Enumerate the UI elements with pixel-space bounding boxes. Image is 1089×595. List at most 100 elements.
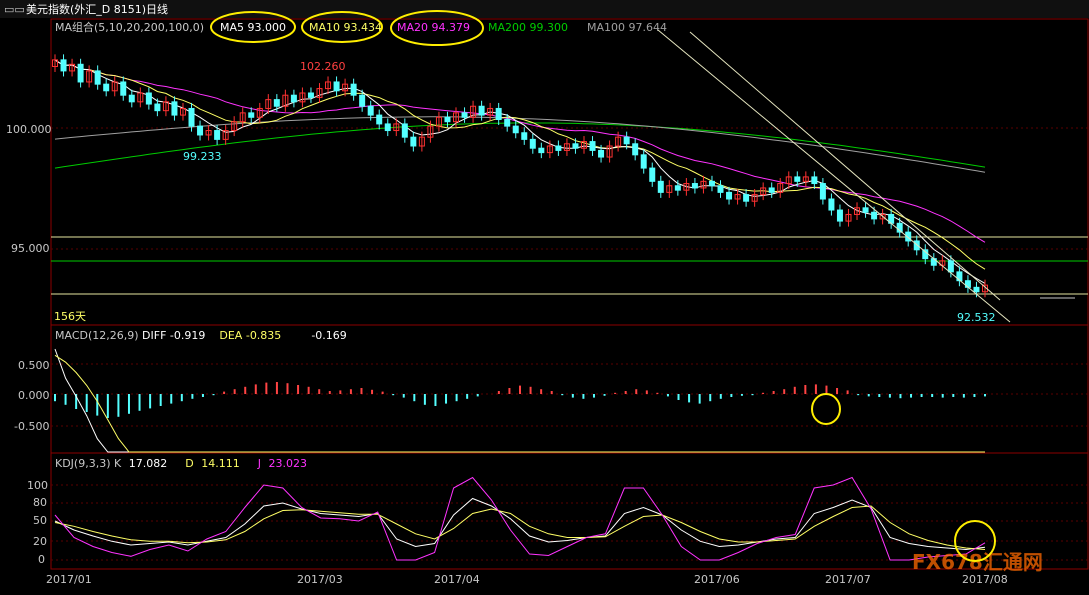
candle xyxy=(744,195,749,202)
price-tick-label: 100.000 xyxy=(6,123,52,136)
x-tick-label: 2017/01 xyxy=(46,573,92,586)
candle xyxy=(692,184,697,188)
annotation-circle xyxy=(812,394,840,424)
macd-panel-frame xyxy=(51,325,1088,453)
candle xyxy=(556,146,561,150)
ma10-line xyxy=(55,60,985,269)
window-icon[interactable]: ▭▭ xyxy=(4,3,25,16)
candle xyxy=(590,142,595,151)
kdj-tick-label: 0 xyxy=(38,553,45,566)
candle xyxy=(872,212,877,219)
kdj-series xyxy=(55,478,985,561)
window-title: 美元指数(外汇_D 8151)日线 xyxy=(26,2,168,16)
macd-tick-label: 0.500 xyxy=(18,359,50,372)
candle xyxy=(658,181,663,192)
candle xyxy=(863,208,868,212)
dea-line xyxy=(55,355,985,452)
candle xyxy=(146,93,151,104)
candle xyxy=(402,124,407,137)
kdj-tick-label: 50 xyxy=(33,514,47,527)
candle xyxy=(633,144,638,155)
ma100-legend: MA100 97.644 xyxy=(587,21,667,34)
last-price-label: 92.532 xyxy=(957,311,996,324)
x-tick-label: 2017/06 xyxy=(694,573,740,586)
candle xyxy=(334,82,339,91)
candle xyxy=(291,95,296,102)
candle xyxy=(360,95,365,106)
candle xyxy=(462,113,467,117)
candle xyxy=(385,124,390,131)
candle xyxy=(155,104,160,111)
candle xyxy=(599,150,604,157)
diff-line xyxy=(55,349,985,452)
ma20-legend: MA20 94.379 xyxy=(397,21,470,34)
x-tick-label: 2017/08 xyxy=(962,573,1008,586)
ma5-legend: MA5 93.000 xyxy=(220,21,286,34)
candle xyxy=(727,192,732,199)
kdj-tick-label: 100 xyxy=(27,479,48,492)
candle xyxy=(351,84,356,95)
candle xyxy=(522,133,527,140)
candle xyxy=(104,84,109,91)
candle xyxy=(274,100,279,107)
candle xyxy=(215,131,220,140)
candle xyxy=(496,108,501,119)
kdj-j-line xyxy=(55,478,985,561)
candle xyxy=(445,117,450,121)
x-tick-label: 2017/03 xyxy=(297,573,343,586)
candle xyxy=(377,115,382,124)
candle xyxy=(709,181,714,185)
candle xyxy=(308,93,313,97)
candle xyxy=(718,186,723,193)
candle xyxy=(641,155,646,168)
candle xyxy=(249,113,254,117)
ma5-line xyxy=(55,60,985,284)
kdj-tick-label: 20 xyxy=(33,535,47,548)
ma10-legend: MA10 93.434 xyxy=(309,21,382,34)
x-tick-label: 2017/04 xyxy=(434,573,480,586)
price-panel-frame xyxy=(51,19,1088,325)
macd-series xyxy=(55,349,985,452)
candle xyxy=(61,60,66,71)
candle xyxy=(820,184,825,199)
macd-tick-label: -0.500 xyxy=(14,420,49,433)
candle xyxy=(78,64,83,82)
candle xyxy=(914,241,919,250)
macd-label: MACD(12,26,9) DIFF -0.919DEA -0.835-0.16… xyxy=(55,329,347,342)
candle xyxy=(530,139,535,148)
candle xyxy=(965,281,970,288)
macd-tick-label: 0.000 xyxy=(18,389,50,402)
days-label: 156天 xyxy=(54,310,86,323)
trend-line xyxy=(658,30,1010,322)
grid xyxy=(51,128,1088,560)
candle xyxy=(829,199,834,210)
candle xyxy=(539,148,544,152)
candle xyxy=(198,126,203,135)
candle xyxy=(650,168,655,181)
watermark: FX678汇通网 xyxy=(912,550,1043,574)
candle xyxy=(513,126,518,133)
candle xyxy=(974,287,979,291)
stock-chart: ▭▭ 美元指数(外汇_D 8151)日线 MA组合(5,10,20,200,10… xyxy=(0,0,1089,595)
candle xyxy=(129,95,134,102)
ma-indicator-label: MA组合(5,10,20,200,100,0) xyxy=(55,20,204,34)
candle xyxy=(675,186,680,190)
x-tick-label: 2017/07 xyxy=(825,573,871,586)
ma200-legend: MA200 99.300 xyxy=(488,21,568,34)
candle xyxy=(368,106,373,115)
kdj-tick-label: 80 xyxy=(33,496,47,509)
candle xyxy=(189,108,194,126)
candle xyxy=(795,177,800,181)
candle xyxy=(411,137,416,146)
candle xyxy=(948,261,953,272)
candle xyxy=(121,82,126,95)
candle xyxy=(479,106,484,115)
candle xyxy=(505,120,510,127)
candle xyxy=(812,177,817,184)
high-label: 102.260 xyxy=(300,60,346,73)
low-label: 99.233 xyxy=(183,150,222,163)
candle xyxy=(837,210,842,221)
candle xyxy=(172,102,177,115)
candle xyxy=(769,188,774,192)
candle xyxy=(624,137,629,144)
